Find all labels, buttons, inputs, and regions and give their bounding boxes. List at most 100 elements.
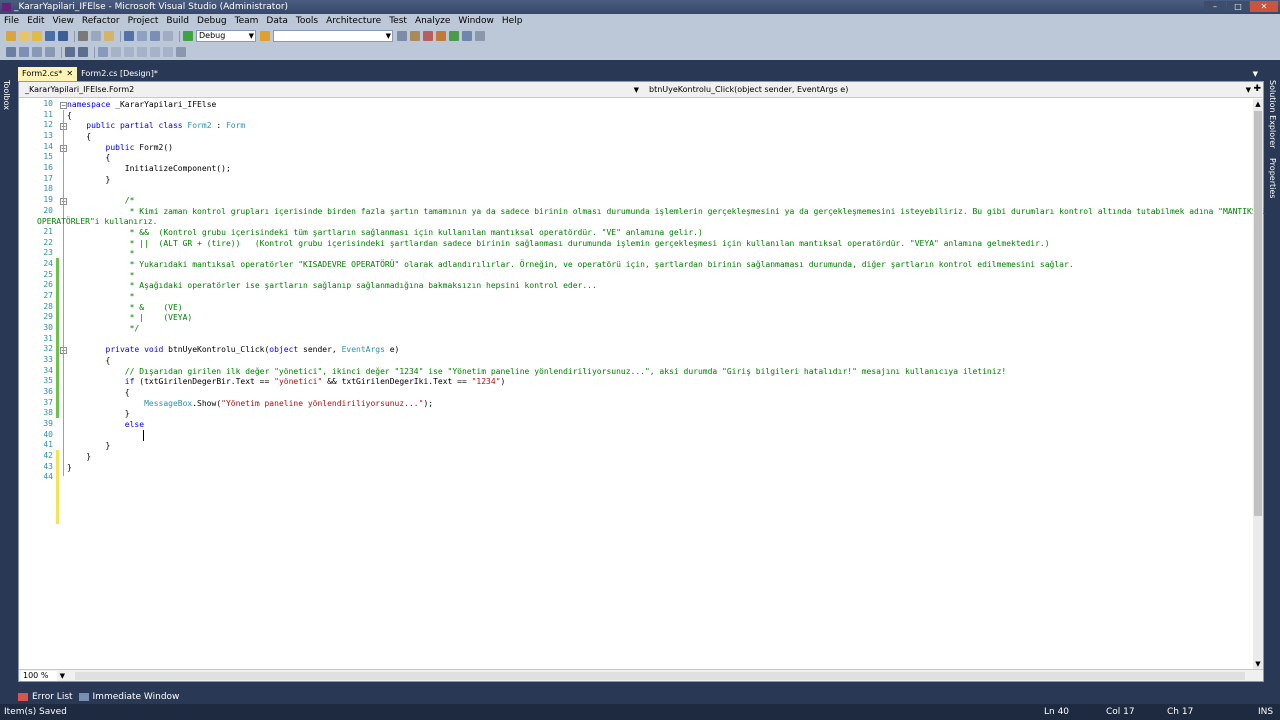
menu-edit[interactable]: Edit xyxy=(27,16,44,26)
comment-line: * && (Kontrol grubu içerisindeki tüm şar… xyxy=(67,228,703,237)
paste-icon[interactable] xyxy=(104,31,114,41)
find-in-files-icon[interactable] xyxy=(260,31,270,41)
clear-bookmarks-icon[interactable] xyxy=(163,47,173,57)
menu-window[interactable]: Window xyxy=(458,16,494,26)
tab-immediate-window[interactable]: Immediate Window xyxy=(78,690,179,704)
line-number: 17 xyxy=(43,174,53,183)
toolbar-separator xyxy=(94,46,95,58)
undo-icon[interactable] xyxy=(124,31,134,41)
scroll-down-icon[interactable]: ▼ xyxy=(1253,659,1263,669)
solution-explorer-tab[interactable]: Solution Explorer xyxy=(1268,80,1277,148)
start-page-icon[interactable] xyxy=(449,31,459,41)
comment-out-icon[interactable] xyxy=(98,47,108,57)
next-bookmark-icon[interactable] xyxy=(150,47,160,57)
status-column: Col 17 xyxy=(1106,707,1135,717)
chevron-down-icon: ▼ xyxy=(248,32,254,40)
zoom-combo[interactable]: 100 % ▼ xyxy=(21,671,65,681)
menu-help[interactable]: Help xyxy=(502,16,523,26)
object-browser-icon[interactable] xyxy=(423,31,433,41)
toolbar-options-icon[interactable] xyxy=(176,47,186,57)
line-number: 19 xyxy=(43,195,53,204)
navigate-back-icon[interactable] xyxy=(150,31,160,41)
menu-test[interactable]: Test xyxy=(389,16,407,26)
chevron-down-icon: ▼ xyxy=(59,672,65,680)
types-combo[interactable]: _KararYapilari_IFElse.Form2 ▼ xyxy=(19,84,641,96)
horizontal-scroll-thumb[interactable] xyxy=(75,672,1245,680)
maximize-button[interactable]: □ xyxy=(1227,1,1249,12)
toolbox-tab[interactable]: Toolbox xyxy=(2,80,11,110)
status-line: Ln 40 xyxy=(1044,707,1070,717)
menu-team[interactable]: Team xyxy=(235,16,259,26)
tab-form2-cs[interactable]: Form2.cs* ✕ xyxy=(18,67,78,81)
toggle-bookmark-icon[interactable] xyxy=(124,47,134,57)
previous-bookmark-icon[interactable] xyxy=(137,47,147,57)
menu-tools[interactable]: Tools xyxy=(296,16,318,26)
menu-file[interactable]: File xyxy=(4,16,19,26)
solution-explorer-icon[interactable] xyxy=(397,31,407,41)
copy-icon[interactable] xyxy=(91,31,101,41)
menu-project[interactable]: Project xyxy=(128,16,159,26)
navigate-forward-icon[interactable] xyxy=(163,31,173,41)
open-file-icon[interactable] xyxy=(32,31,42,41)
code-text: .Show( xyxy=(192,399,222,408)
new-project-icon[interactable] xyxy=(6,31,16,41)
toolbar-options-icon[interactable] xyxy=(475,31,485,41)
parameter-info-icon[interactable] xyxy=(19,47,29,57)
comment-line: * Kimi zaman kontrol grupları içerisinde… xyxy=(67,207,1267,216)
menu-data[interactable]: Data xyxy=(266,16,288,26)
save-all-icon[interactable] xyxy=(58,31,68,41)
properties-icon[interactable] xyxy=(410,31,420,41)
menu-analyze[interactable]: Analyze xyxy=(415,16,450,26)
outline-line xyxy=(63,110,64,476)
error-list-icon xyxy=(18,693,28,701)
close-button[interactable]: ✕ xyxy=(1250,1,1278,12)
scroll-thumb[interactable] xyxy=(1254,111,1262,516)
line-number: 37 xyxy=(43,398,53,407)
menu-view[interactable]: View xyxy=(53,16,74,26)
code-line: private void btnUyeKontrolu_Click(object… xyxy=(67,344,400,355)
properties-tab[interactable]: Properties xyxy=(1268,158,1277,198)
line-number: 27 xyxy=(43,291,53,300)
cut-icon[interactable] xyxy=(78,31,88,41)
save-icon[interactable] xyxy=(45,31,55,41)
minimize-button[interactable]: – xyxy=(1204,1,1226,12)
solution-configuration-select[interactable]: Debug ▼ xyxy=(196,30,256,42)
scroll-up-icon[interactable]: ▲ xyxy=(1253,99,1263,109)
decrease-indent-icon[interactable] xyxy=(65,47,75,57)
increase-indent-icon[interactable] xyxy=(78,47,88,57)
quick-info-icon[interactable] xyxy=(32,47,42,57)
collapse-icon[interactable]: − xyxy=(60,102,67,109)
line-number: 14 xyxy=(43,142,53,151)
code-line: } xyxy=(67,175,111,184)
tab-list-dropdown-icon[interactable]: ▼ xyxy=(1253,67,1258,81)
horizontal-scrollbar: 100 % ▼ xyxy=(19,669,1263,681)
split-window-icon[interactable]: ✚ xyxy=(1253,84,1261,94)
menu-architecture[interactable]: Architecture xyxy=(326,16,381,26)
uncomment-icon[interactable] xyxy=(111,47,121,57)
tab-form2-design[interactable]: Form2.cs [Design]* xyxy=(77,67,162,81)
find-combo[interactable]: ▼ xyxy=(273,30,393,42)
redo-icon[interactable] xyxy=(137,31,147,41)
extension-manager-icon[interactable] xyxy=(462,31,472,41)
members-combo-value: btnUyeKontrolu_Click(object sender, Even… xyxy=(649,85,849,94)
display-object-member-list-icon[interactable] xyxy=(6,47,16,57)
line-number: 43 xyxy=(43,462,53,471)
toolbox-icon[interactable] xyxy=(436,31,446,41)
title-bar: _KararYapilari_IFElse - Microsoft Visual… xyxy=(0,0,1280,14)
menu-debug[interactable]: Debug xyxy=(197,16,227,26)
code-text: (txtGirilenDegerBir.Text == xyxy=(134,377,275,386)
tab-error-list[interactable]: Error List xyxy=(18,690,73,704)
text-editor-toolbar xyxy=(0,44,1280,60)
menu-refactor[interactable]: Refactor xyxy=(82,16,120,26)
line-number: 15 xyxy=(43,152,53,161)
menu-build[interactable]: Build xyxy=(166,16,189,26)
type-token: EventArgs xyxy=(341,345,385,354)
complete-word-icon[interactable] xyxy=(45,47,55,57)
start-debugging-icon[interactable] xyxy=(183,31,193,41)
add-item-icon[interactable] xyxy=(19,31,29,41)
vertical-scrollbar[interactable]: ▲ ▼ xyxy=(1253,99,1263,669)
members-combo[interactable]: btnUyeKontrolu_Click(object sender, Even… xyxy=(643,84,1253,96)
comment-line: * xyxy=(67,249,135,258)
close-tab-icon[interactable]: ✕ xyxy=(66,67,73,81)
immediate-window-icon xyxy=(78,693,89,701)
